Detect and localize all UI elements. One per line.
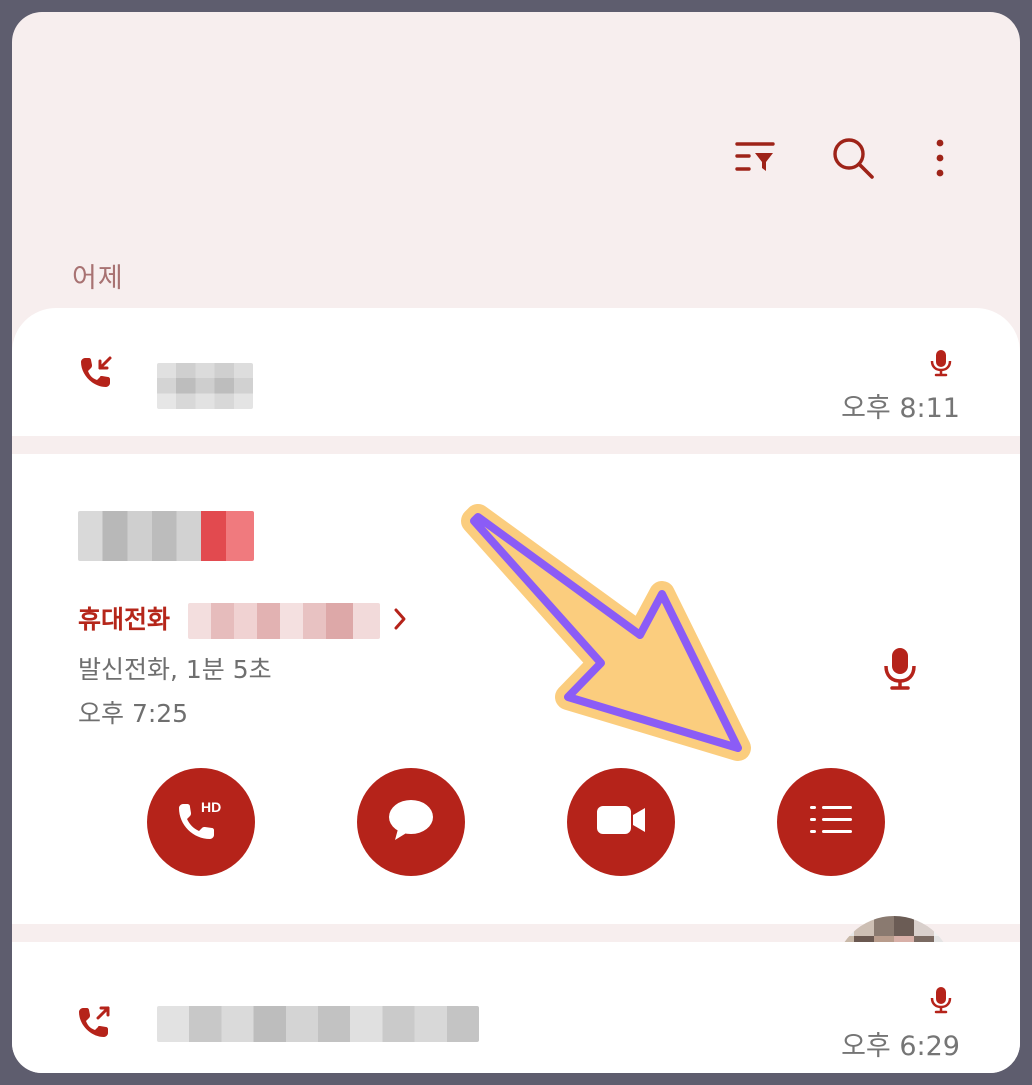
contact-name-redacted xyxy=(157,1006,479,1042)
contact-name-redacted xyxy=(78,511,254,561)
toolbar xyxy=(12,130,1020,186)
call-detail: 발신전화, 1분 5초 xyxy=(78,655,272,684)
filter-icon[interactable] xyxy=(727,130,783,186)
call-log-item[interactable]: 오후 8:11 xyxy=(12,308,1020,436)
hd-call-icon: HD xyxy=(171,792,231,852)
message-icon xyxy=(386,797,436,847)
call-time: 오후 7:25 xyxy=(78,699,189,728)
section-date-label: 어제 xyxy=(72,263,124,294)
phone-screen: 어제 오후 8:11 휴대전화 발신전화, 1분 5초 오후 7:25 HD 오… xyxy=(12,12,1020,1073)
video-call-icon xyxy=(595,802,647,842)
outgoing-call-icon xyxy=(74,1002,114,1042)
svg-text:HD: HD xyxy=(201,799,221,815)
phone-number-redacted xyxy=(188,603,380,639)
video-call-button[interactable] xyxy=(567,768,675,876)
call-details-button[interactable] xyxy=(777,768,885,876)
hd-call-button[interactable]: HD xyxy=(147,768,255,876)
call-time: 오후 8:11 xyxy=(841,393,960,424)
recording-mic-icon xyxy=(927,349,955,377)
chevron-right-icon[interactable] xyxy=(388,604,412,634)
details-list-icon xyxy=(807,800,855,844)
call-time: 오후 6:29 xyxy=(841,1031,960,1062)
contact-name-redacted xyxy=(157,363,253,409)
number-type-label: 휴대전화 xyxy=(78,605,171,634)
more-vert-icon[interactable] xyxy=(912,130,968,186)
recording-mic-icon[interactable] xyxy=(878,644,922,694)
search-icon[interactable] xyxy=(825,130,881,186)
recording-mic-icon xyxy=(927,986,955,1014)
incoming-call-icon xyxy=(76,352,116,392)
call-log-item[interactable]: 오후 6:29 xyxy=(12,942,1020,1073)
message-button[interactable] xyxy=(357,768,465,876)
